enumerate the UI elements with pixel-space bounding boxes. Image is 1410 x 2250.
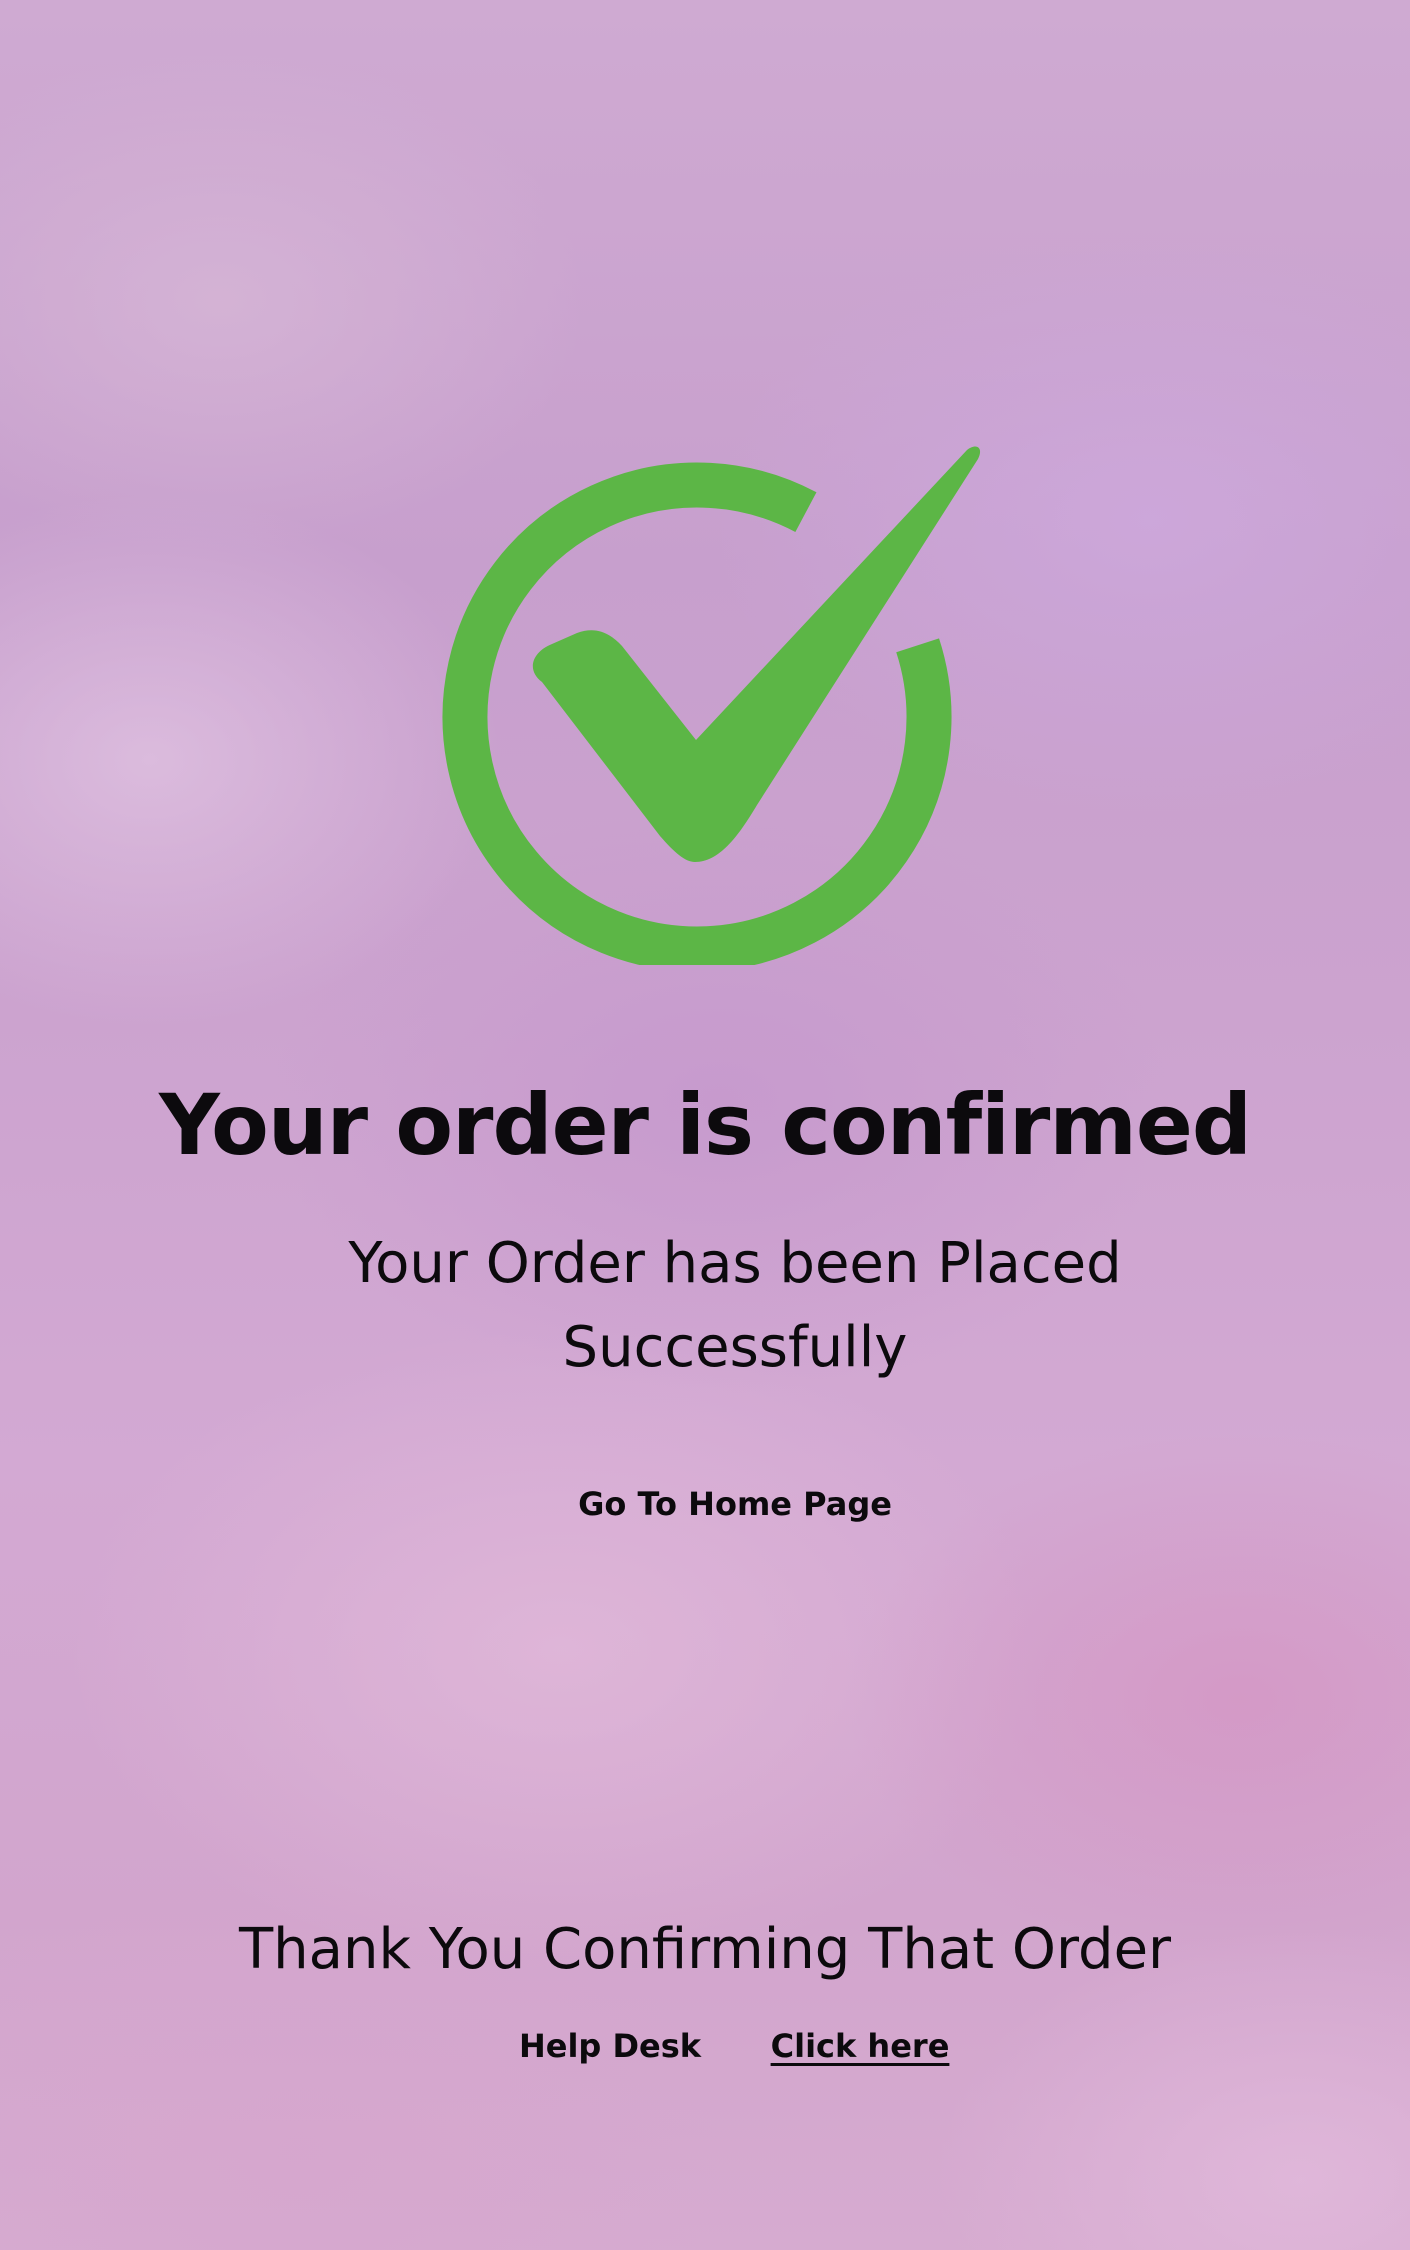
help-desk-click-here-link[interactable]: Click here <box>765 2022 955 2070</box>
help-desk-label: Help Desk <box>518 2027 702 2065</box>
go-to-home-page-link[interactable]: Go To Home Page <box>505 1480 965 1528</box>
order-confirmed-title: Your order is confirmed <box>159 1076 1252 1174</box>
order-placed-message: Your Order has been Placed Successfully <box>348 1231 1122 1380</box>
check-circle-icon <box>442 446 981 965</box>
thank-you-message: Thank You Confirming That Order <box>238 1917 1172 1982</box>
